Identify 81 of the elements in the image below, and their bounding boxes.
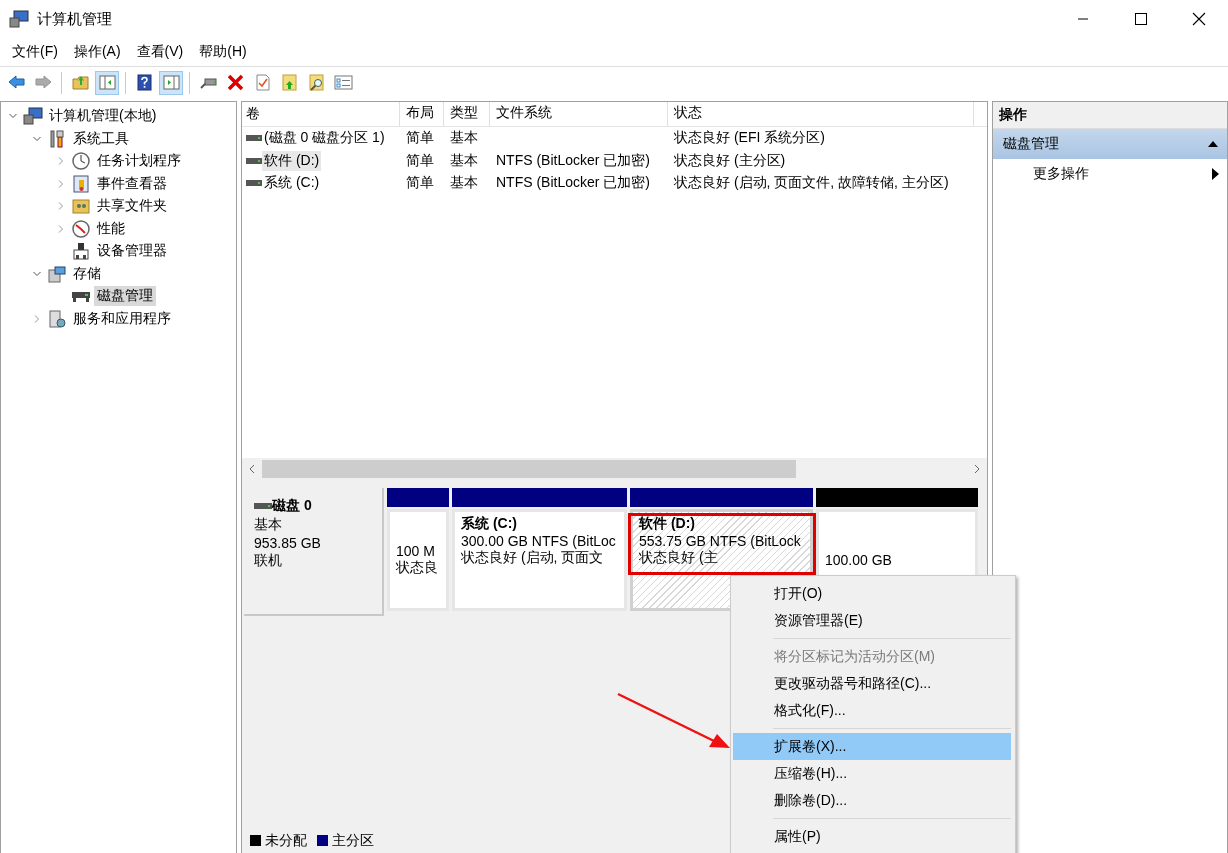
partition-block[interactable]: 100 M 状态良: [387, 509, 449, 611]
tree-item[interactable]: 性能: [94, 218, 128, 239]
table-cell-text: 简单: [405, 129, 435, 148]
menu-item[interactable]: 帮助(H): [191, 43, 255, 61]
actions-header: 操作: [993, 102, 1227, 129]
tree-item[interactable]: 共享文件夹: [94, 196, 170, 217]
partition-block[interactable]: 系统 (C:) 300.00 GB NTFS (BitLoc 状态良好 (启动, 页面文: [452, 509, 627, 611]
event-log-icon: [71, 173, 91, 194]
horizontal-scrollbar[interactable]: [242, 458, 987, 480]
server-icon: [47, 308, 67, 329]
shared-folder-icon: [71, 196, 91, 217]
maximize-icon[interactable]: [1132, 11, 1150, 27]
volume-name[interactable]: 系统 (C:): [262, 173, 322, 194]
tree-item[interactable]: 磁盘管理: [94, 286, 156, 307]
table-cell-text: 基本: [449, 151, 479, 170]
tree-item[interactable]: 事件查看器: [94, 173, 170, 194]
table-cell-text: 简单: [405, 174, 435, 193]
actions-section-header[interactable]: 磁盘管理: [993, 129, 1227, 159]
legend-label: 未分配: [265, 831, 307, 850]
menu-item[interactable]: 删除卷(D)...: [733, 787, 1011, 814]
disk-status: 联机: [254, 552, 283, 570]
tree-item[interactable]: 存储: [70, 263, 104, 284]
device-icon: [71, 241, 91, 262]
gauge-icon: [71, 218, 91, 239]
volume-name[interactable]: (磁盘 0 磁盘分区 1): [262, 128, 387, 149]
partition-title: 系统 (C:): [461, 515, 518, 533]
table-cell-text: NTFS (BitLocker 已加密): [495, 151, 651, 170]
menu-item[interactable]: 格式化(F)...: [733, 697, 1011, 724]
menu-item[interactable]: 压缩卷(H)...: [733, 760, 1011, 787]
window-title: 计算机管理: [37, 9, 113, 29]
column-header[interactable]: 文件系统: [490, 102, 668, 126]
tree-item[interactable]: 任务计划程序: [94, 151, 184, 172]
clock-icon: [71, 151, 91, 172]
tools-icon: [47, 128, 67, 149]
table-cell-text: 状态良好 (主分区): [673, 151, 787, 170]
close-icon[interactable]: [1190, 11, 1208, 27]
tree-item[interactable]: 计算机管理(本地): [46, 106, 160, 127]
legend-label: 主分区: [332, 831, 374, 850]
disk-size: 953.85 GB: [254, 535, 322, 551]
menu-item[interactable]: 扩展卷(X)...: [733, 733, 1011, 760]
table-cell-text: 简单: [405, 151, 435, 170]
primary-partition-bar: [387, 488, 449, 507]
disk-name: 磁盘 0: [272, 497, 312, 515]
table-cell-text: 状态良好 (启动, 页面文件, 故障转储, 主分区): [673, 174, 950, 193]
partition-detail: 300.00 GB NTFS (BitLoc: [461, 533, 617, 549]
drive-icon: [246, 156, 262, 165]
column-header[interactable]: 卷: [242, 102, 400, 126]
drive-icon: [246, 179, 262, 188]
partition-detail: 状态良: [396, 559, 439, 577]
tree-item[interactable]: 设备管理器: [94, 241, 170, 262]
partition-detail: 100 M: [396, 543, 436, 559]
submenu-triangle-icon: [1212, 168, 1219, 180]
partition-title: 软件 (D:): [639, 515, 696, 533]
drive-icon: [246, 134, 262, 143]
menu-item[interactable]: 属性(P): [733, 823, 1011, 850]
menu-item[interactable]: 查看(V): [128, 43, 192, 61]
menu-item[interactable]: 文件(F): [4, 43, 66, 61]
table-cell-text: 基本: [449, 174, 479, 193]
table-cell-text: 基本: [449, 129, 479, 148]
partition-detail: 553.75 GB NTFS (BitLock: [639, 533, 802, 549]
disk-info-panel[interactable]: 磁盘 0 基本 953.85 GB 联机: [244, 488, 384, 616]
tree-item[interactable]: 系统工具: [70, 128, 132, 149]
table-cell-text: NTFS (BitLocker 已加密): [495, 174, 651, 193]
collapse-triangle-icon: [1207, 140, 1219, 148]
tree-item[interactable]: 服务和应用程序: [70, 308, 174, 329]
partition-detail: 状态良好 (启动, 页面文: [461, 549, 605, 567]
computer-icon: [9, 10, 29, 28]
column-header[interactable]: 布局: [400, 102, 444, 126]
menu-item[interactable]: 更改驱动器号和路径(C)...: [733, 670, 1011, 697]
table-cell-text: 状态良好 (EFI 系统分区): [673, 129, 826, 148]
partition-detail: 100.00 GB: [825, 552, 893, 568]
computer-icon: [23, 106, 43, 127]
drive-icon: [254, 501, 272, 511]
column-header[interactable]: 状态: [668, 102, 974, 126]
storage-icon: [47, 263, 67, 284]
volume-name[interactable]: 软件 (D:): [262, 150, 322, 171]
disk-type: 基本: [254, 516, 283, 534]
menu-item[interactable]: 操作(A): [65, 43, 129, 61]
partition-detail: 状态良好 (主: [639, 549, 719, 567]
column-header[interactable]: 类型: [444, 102, 490, 126]
action-item[interactable]: 更多操作: [993, 159, 1227, 189]
